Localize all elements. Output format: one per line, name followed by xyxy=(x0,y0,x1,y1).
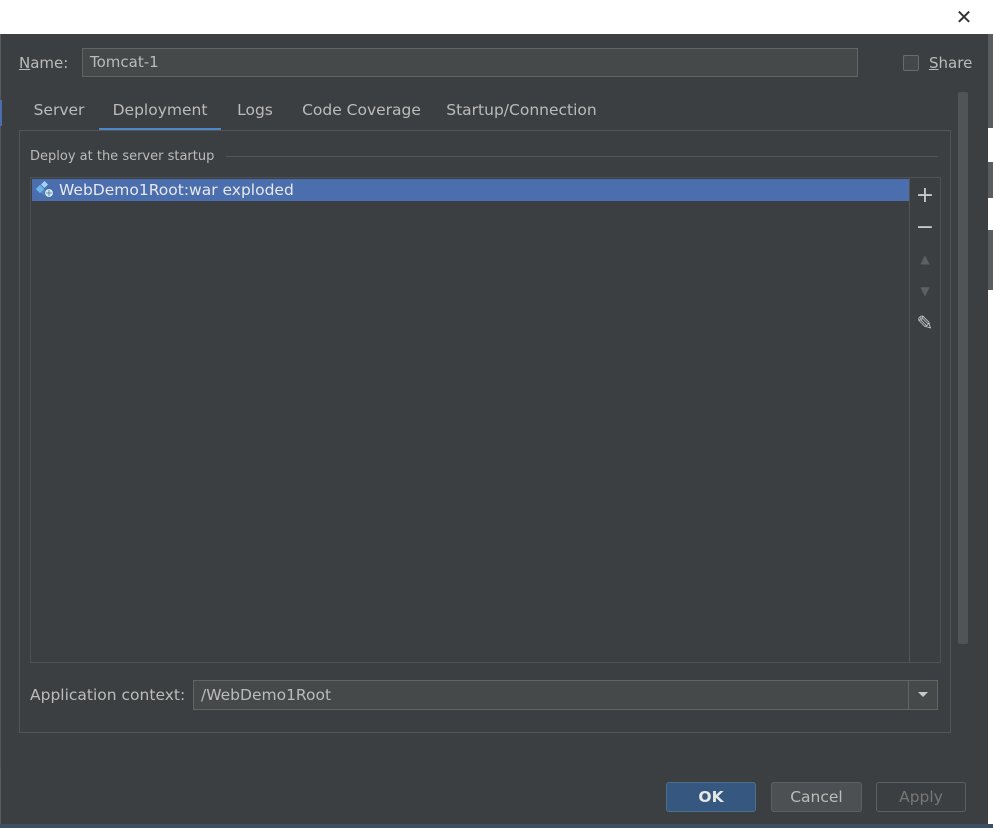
left-selection-marker xyxy=(0,100,2,126)
minus-icon[interactable]: − xyxy=(910,214,940,240)
tab-server[interactable]: Server xyxy=(19,92,99,130)
tab-startup-connection[interactable]: Startup/Connection xyxy=(434,92,609,130)
name-label: Name: xyxy=(19,54,69,72)
list-item[interactable]: WebDemo1Root:war exploded xyxy=(32,179,909,201)
left-divider xyxy=(0,96,1,768)
dialog-title-bar: ✕ xyxy=(0,0,993,34)
scrollbar-thumb[interactable] xyxy=(958,92,968,644)
name-field[interactable]: Tomcat-1 xyxy=(82,48,858,77)
window-bottom-edge xyxy=(0,824,993,828)
section-divider xyxy=(226,156,938,157)
apply-button[interactable]: Apply xyxy=(876,782,966,812)
list-toolbar: + − ▲ ▼ ✎ xyxy=(909,177,941,663)
share-label[interactable]: Share xyxy=(929,54,972,72)
close-icon[interactable]: ✕ xyxy=(949,2,979,32)
artifact-icon xyxy=(35,180,55,199)
deployment-list[interactable]: WebDemo1Root:war exploded xyxy=(30,177,910,663)
tab-logs[interactable]: Logs xyxy=(221,92,289,130)
chevron-down-icon[interactable] xyxy=(908,681,937,709)
right-window-edge xyxy=(988,34,993,828)
application-context-combo[interactable]: /WebDemo1Root xyxy=(193,680,938,710)
share-checkbox-group[interactable]: Share xyxy=(903,54,972,72)
cancel-button[interactable]: Cancel xyxy=(771,782,862,812)
tab-code-coverage[interactable]: Code Coverage xyxy=(289,92,434,130)
application-context-label: Application context: xyxy=(30,686,186,704)
deploy-section-title: Deploy at the server startup xyxy=(30,149,215,164)
plus-icon[interactable]: + xyxy=(910,182,940,208)
application-context-value[interactable]: /WebDemo1Root xyxy=(201,681,331,709)
pencil-icon[interactable]: ✎ xyxy=(910,310,940,336)
ok-button[interactable]: OK xyxy=(666,782,756,812)
arrow-down-icon[interactable]: ▼ xyxy=(910,278,940,304)
arrow-up-icon[interactable]: ▲ xyxy=(910,246,940,272)
tab-deployment[interactable]: Deployment xyxy=(99,92,221,131)
share-checkbox[interactable] xyxy=(903,55,919,71)
list-item-label: WebDemo1Root:war exploded xyxy=(59,181,294,199)
